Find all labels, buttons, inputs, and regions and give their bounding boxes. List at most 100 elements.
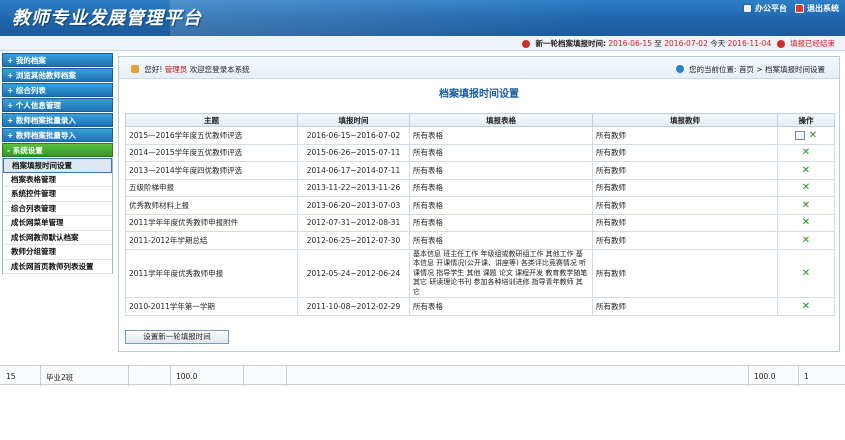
cell-time: 2012-05-24~2012-06-24: [297, 248, 410, 298]
cell-time: 2014-06-17~2014-07-11: [297, 161, 410, 180]
table-row: 2011学年年度优秀教师申报 2012-05-24~2012-06-24 基本信…: [125, 248, 835, 298]
app-header: 教师专业发展管理平台 办公平台 退出系统: [0, 0, 845, 36]
cell-teacher: 所有教师: [592, 297, 778, 316]
nav-system-settings[interactable]: - 系统设置: [2, 143, 113, 157]
cell-time: 2013-11-22~2013-11-26: [297, 178, 410, 197]
cell-topic: 2011-2012年学期总结: [125, 231, 298, 250]
column-divider: [170, 366, 171, 386]
notice-status: 填报已经结束: [790, 39, 835, 48]
table-row: 优秀教师材料上报 2013-06-20~2013-07-03 所有表格 所有教师…: [125, 196, 835, 215]
notice-to: 至: [654, 39, 662, 48]
col-action: 操作: [777, 113, 835, 127]
cell-time: 2011-10-08~2012-02-29: [297, 297, 410, 316]
nav-my-archive[interactable]: + 我的档案: [2, 53, 113, 67]
delete-icon[interactable]: ✕: [802, 217, 810, 228]
sidebar-item-default-archive[interactable]: 成长网教师默认档案: [3, 231, 112, 245]
delete-icon[interactable]: ✕: [802, 182, 810, 193]
nav-personal-info[interactable]: + 个人信息管理: [2, 98, 113, 112]
bottom-row-rank: 1: [804, 372, 809, 381]
cell-form: 所有表格: [409, 231, 593, 250]
column-divider: [798, 366, 799, 386]
edit-icon[interactable]: [794, 131, 805, 141]
welcome-prefix: 您好!: [144, 65, 163, 74]
cell-action: ✕: [777, 143, 835, 162]
logout-link[interactable]: 退出系统: [795, 3, 839, 14]
cell-form: 所有表格: [409, 161, 593, 180]
cell-action: ✕: [777, 213, 835, 232]
bottom-row-score2: 100.0: [754, 372, 776, 381]
delete-icon[interactable]: ✕: [802, 301, 810, 312]
header-actions: 办公平台 退出系统: [743, 3, 839, 14]
cell-form: 所有表格: [409, 178, 593, 197]
fill-time-table: 主题 填报时间 填报表格 填报教师 操作 2015—2016学年度五优教师评选 …: [125, 113, 835, 316]
cell-topic: 2015—2016学年度五优教师评选: [125, 126, 298, 145]
notice-label: 新一轮档案填报时间:: [535, 39, 606, 48]
cell-action: ✕: [777, 231, 835, 250]
office-label: 办公平台: [755, 4, 787, 13]
cell-form: 所有表格: [409, 126, 593, 145]
cell-action: ✕: [777, 297, 835, 316]
column-divider: [40, 366, 41, 386]
bottom-row-score1: 100.0: [176, 372, 198, 381]
cell-topic: 2011学年年度优秀教师申报附件: [125, 213, 298, 232]
cell-form: 所有表格: [409, 143, 593, 162]
cell-topic: 优秀教师材料上报: [125, 196, 298, 215]
notice-today-label: 今天: [710, 39, 726, 48]
cell-teacher: 所有教师: [592, 143, 778, 162]
sidebar-item-fill-time[interactable]: 档案填报时间设置: [3, 158, 112, 173]
bottom-row-no: 15: [6, 372, 16, 381]
table-row: 2010-2011学年第一学期 2011-10-08~2012-02-29 所有…: [125, 297, 835, 316]
cell-time: 2013-06-20~2013-07-03: [297, 196, 410, 215]
breadcrumb: 您的当前位置: 首页 > 档案填报时间设置: [675, 64, 825, 75]
cell-teacher: 所有教师: [592, 178, 778, 197]
office-platform-link[interactable]: 办公平台: [743, 3, 787, 14]
nav-batch-entry[interactable]: + 教师档案批量录入: [2, 113, 113, 127]
sidebar-item-control-manage[interactable]: 系统控件管理: [3, 187, 112, 202]
cell-form: 所有表格: [409, 297, 593, 316]
cell-teacher: 所有教师: [592, 161, 778, 180]
cell-topic: 2010-2011学年第一学期: [125, 297, 298, 316]
power-icon: [795, 4, 804, 13]
sidebar-item-form-manage[interactable]: 档案表格管理: [3, 173, 112, 187]
delete-icon[interactable]: ✕: [802, 235, 810, 246]
cell-time: 2012-07-31~2012-08-31: [297, 213, 410, 232]
cell-topic: 五级阶梯申报: [125, 178, 298, 197]
page-title: 档案填报时间设置: [439, 89, 519, 100]
office-icon: [743, 4, 752, 13]
delete-icon[interactable]: ✕: [802, 200, 810, 211]
sidebar-item-menu-manage[interactable]: 成长网菜单管理: [3, 216, 112, 231]
warning-icon: [522, 40, 531, 48]
table-row: 五级阶梯申报 2013-11-22~2013-11-26 所有表格 所有教师 ✕: [125, 178, 835, 197]
column-divider: [286, 366, 287, 386]
cell-form: 所有表格: [409, 213, 593, 232]
delete-icon[interactable]: ✕: [802, 268, 810, 279]
user-icon: [131, 65, 139, 73]
cell-teacher: 所有教师: [592, 213, 778, 232]
sidebar-item-homepage-list[interactable]: 成长网首页教师列表设置: [3, 260, 112, 274]
cell-teacher: 所有教师: [592, 196, 778, 215]
nav-summary-list[interactable]: + 综合列表: [2, 83, 113, 97]
new-round-button[interactable]: 设置新一轮填报时间: [125, 330, 229, 344]
delete-icon[interactable]: ✕: [809, 130, 817, 141]
breadcrumb-path: 首页 > 档案填报时间设置: [738, 65, 825, 74]
table-row: 2011学年年度优秀教师申报附件 2012-07-31~2012-08-31 所…: [125, 213, 835, 232]
cell-action: ✕: [777, 126, 835, 145]
warning-icon: [776, 40, 785, 48]
breadcrumb-prefix: 您的当前位置:: [689, 65, 737, 74]
column-divider: [243, 366, 244, 386]
delete-icon[interactable]: ✕: [802, 147, 810, 158]
delete-icon[interactable]: ✕: [802, 165, 810, 176]
cell-form: 基本信息 班主任工作 年级组或教研组工作 其他工作 基本信息 开课情况(公开课、…: [409, 248, 593, 298]
header-decoration: [170, 0, 590, 36]
nav-batch-import[interactable]: + 教师档案批量导入: [2, 128, 113, 142]
sidebar-item-group-manage[interactable]: 教师分组管理: [3, 245, 112, 260]
bottom-row-class: 毕业2班: [46, 373, 74, 382]
table-row: 2014—2015学年度五优教师评选 2015-06-26~2015-07-11…: [125, 143, 835, 162]
nav-browse-archives[interactable]: + 浏览其他教师档案: [2, 68, 113, 82]
sidebar-item-list-manage[interactable]: 综合列表管理: [3, 202, 112, 216]
cell-topic: 2014—2015学年度五优教师评选: [125, 143, 298, 162]
main-panel: 您好! 管理员 欢迎您登录本系统 您的当前位置: 首页 > 档案填报时间设置 档…: [118, 56, 840, 352]
welcome-message: 您好! 管理员 欢迎您登录本系统: [131, 64, 250, 75]
col-topic: 主题: [125, 113, 298, 127]
table-row: 2011-2012年学期总结 2012-06-25~2012-07-30 所有表…: [125, 231, 835, 250]
